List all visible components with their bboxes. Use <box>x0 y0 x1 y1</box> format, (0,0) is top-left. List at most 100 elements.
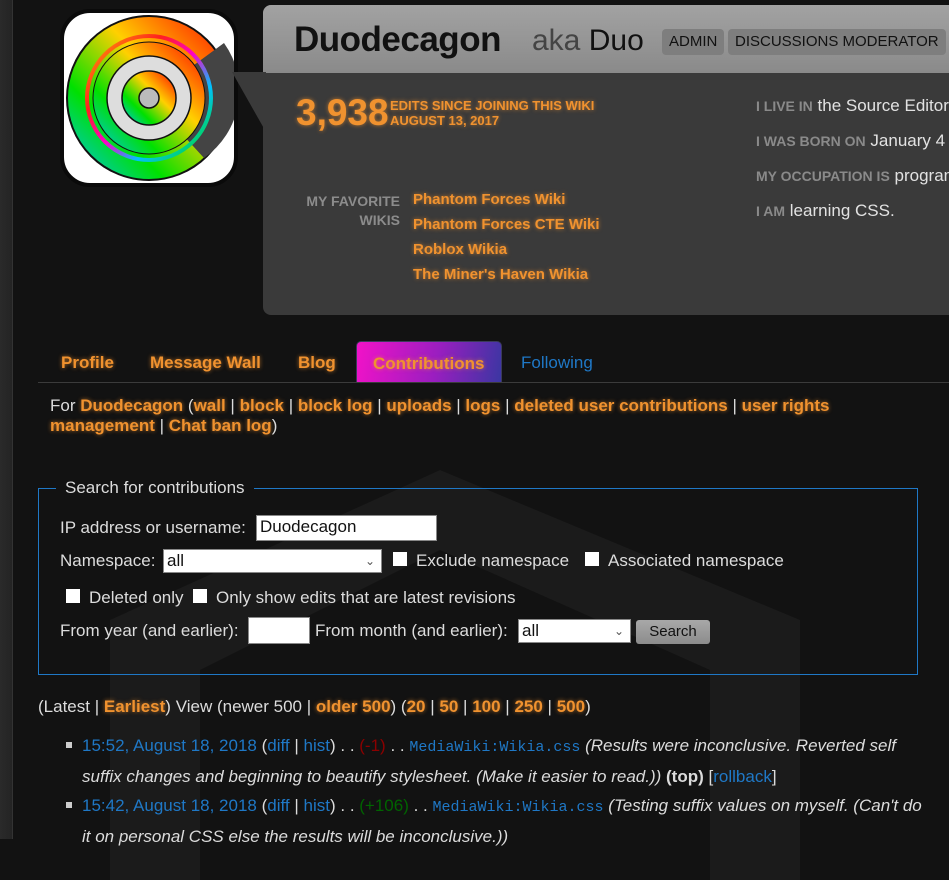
limit-link[interactable]: 50 <box>439 697 458 716</box>
profile-nickname: Duo <box>588 24 644 57</box>
exclude-namespace-checkbox[interactable] <box>393 552 407 566</box>
year-input[interactable] <box>248 617 310 644</box>
deleted-contributions-link[interactable]: deleted user contributions <box>514 396 727 415</box>
tab-profile[interactable]: Profile <box>61 341 114 382</box>
search-button[interactable]: Search <box>636 620 710 644</box>
detail-label: I AM <box>756 203 786 219</box>
username-label: IP address or username: <box>60 518 246 537</box>
avatar-disc-icon <box>66 15 234 181</box>
namespace-value: all <box>167 551 185 570</box>
detail-i-am: I AM learning CSS. <box>756 201 949 236</box>
size-change: (+106) <box>359 796 409 815</box>
edit-desc-line1: EDITS SINCE JOINING THIS WIKI <box>390 98 595 113</box>
detail-label: I LIVE IN <box>756 98 813 114</box>
masthead-pointer <box>232 72 266 132</box>
exclude-namespace-label: Exclude namespace <box>416 551 570 570</box>
earliest-link[interactable]: Earliest <box>104 697 165 716</box>
limit-link[interactable]: 500 <box>557 697 585 716</box>
older-link[interactable]: older 500 <box>316 697 391 716</box>
detail-location: I LIVE IN the Source Editor <box>756 96 949 131</box>
username-input[interactable]: Duodecagon <box>256 515 437 541</box>
block-link[interactable]: block <box>240 396 284 415</box>
favorite-wikis-list: Phantom Forces Wiki Phantom Forces CTE W… <box>413 190 600 290</box>
detail-label: I WAS BORN ON <box>756 133 866 149</box>
profile-aka: aka Duo <box>532 24 644 58</box>
for-label: For <box>50 396 76 415</box>
tab-following[interactable]: Following <box>521 341 593 382</box>
top-marker: (top) <box>666 767 704 786</box>
discussions-moderator-tag: DISCUSSIONS MODERATOR <box>728 29 946 55</box>
favorite-wiki-link[interactable]: The Miner's Haven Wikia <box>413 265 600 290</box>
size-change: (-1) <box>359 736 386 755</box>
profile-tabs: Profile Message Wall Blog Contributions … <box>38 341 949 383</box>
latest-only-label: Only show edits that are latest revision… <box>216 588 516 607</box>
tab-contributions[interactable]: Contributions <box>356 341 502 382</box>
year-label: From year (and earlier): <box>60 621 239 640</box>
page-link[interactable]: MediaWiki:Wikia.css <box>409 739 580 756</box>
diff-link[interactable]: diff <box>267 796 289 815</box>
user-link[interactable]: Duodecagon <box>80 396 183 415</box>
chevron-down-icon: ⌄ <box>613 624 624 638</box>
chevron-down-icon: ⌄ <box>364 554 375 568</box>
hist-link[interactable]: hist <box>304 796 330 815</box>
contribution-item: 15:42, August 18, 2018 (diff | hist) . .… <box>66 791 926 851</box>
detail-value: programming <box>894 166 949 185</box>
contributions-list: 15:52, August 18, 2018 (diff | hist) . .… <box>66 731 926 851</box>
page-link[interactable]: MediaWiki:Wikia.css <box>433 799 604 816</box>
block-log-link[interactable]: block log <box>298 396 373 415</box>
detail-birthday: I WAS BORN ON January 4 <box>756 131 949 166</box>
deleted-only-checkbox[interactable] <box>66 589 80 603</box>
search-contributions-fieldset <box>38 488 918 675</box>
user-avatar[interactable] <box>60 9 238 187</box>
logs-link[interactable]: logs <box>465 396 500 415</box>
aka-label: aka <box>532 24 581 57</box>
edit-description: EDITS SINCE JOINING THIS WIKI AUGUST 13,… <box>390 98 594 128</box>
limit-link[interactable]: 250 <box>514 697 542 716</box>
latest-only-checkbox[interactable] <box>193 589 207 603</box>
month-label: From month (and earlier): <box>315 621 508 640</box>
contribution-item: 15:52, August 18, 2018 (diff | hist) . .… <box>66 731 926 791</box>
detail-label: MY OCCUPATION IS <box>756 168 890 184</box>
edit-desc-line2: AUGUST 13, 2017 <box>390 113 500 128</box>
chat-ban-log-link[interactable]: Chat ban log <box>169 416 272 435</box>
associated-namespace-checkbox[interactable] <box>585 552 599 566</box>
edit-count: 3,938 <box>296 92 389 133</box>
wall-link[interactable]: wall <box>194 396 226 415</box>
revision-timestamp-link[interactable]: 15:52, August 18, 2018 <box>82 736 257 755</box>
rollback-link[interactable]: rollback <box>713 767 772 786</box>
namespace-select[interactable]: all ⌄ <box>163 549 382 573</box>
pagination: (Latest | Earliest) View (newer 500 | ol… <box>38 697 591 716</box>
favorite-label-line1: MY FAVORITE <box>306 193 400 209</box>
favorite-label-line2: WIKIS <box>359 212 400 228</box>
month-value: all <box>522 621 540 640</box>
deleted-only-label: Deleted only <box>89 588 184 607</box>
view-label: View <box>175 697 213 716</box>
profile-username: Duodecagon <box>294 20 501 59</box>
newer-label: newer 500 <box>222 697 303 716</box>
favorite-wiki-link[interactable]: Phantom Forces Wiki <box>413 190 600 215</box>
user-tool-links: For Duodecagon (wall | block | block log… <box>50 396 830 435</box>
associated-namespace-label: Associated namespace <box>608 551 784 570</box>
favorite-wiki-link[interactable]: Roblox Wikia <box>413 240 600 265</box>
month-select[interactable]: all ⌄ <box>518 619 631 643</box>
tab-blog[interactable]: Blog <box>298 341 336 382</box>
profile-details: I LIVE IN the Source Editor I WAS BORN O… <box>756 96 949 236</box>
detail-value: January 4 <box>870 131 946 150</box>
favorite-wikis-label: MY FAVORITE WIKIS <box>290 192 400 230</box>
favorite-wiki-link[interactable]: Phantom Forces CTE Wiki <box>413 215 600 240</box>
latest-label: Latest <box>43 697 90 716</box>
detail-value: the Source Editor <box>817 96 949 115</box>
uploads-link[interactable]: uploads <box>386 396 451 415</box>
detail-occupation: MY OCCUPATION IS programming <box>756 166 949 201</box>
detail-value: learning CSS. <box>789 201 895 220</box>
tab-message-wall[interactable]: Message Wall <box>150 341 261 382</box>
left-sidebar-strip <box>0 0 13 839</box>
revision-timestamp-link[interactable]: 15:42, August 18, 2018 <box>82 796 257 815</box>
diff-link[interactable]: diff <box>267 736 289 755</box>
search-legend: Search for contributions <box>56 478 254 498</box>
limit-link[interactable]: 20 <box>407 697 426 716</box>
admin-tag: ADMIN <box>662 29 725 55</box>
limit-link[interactable]: 100 <box>472 697 500 716</box>
namespace-label: Namespace: <box>60 551 156 570</box>
hist-link[interactable]: hist <box>304 736 330 755</box>
